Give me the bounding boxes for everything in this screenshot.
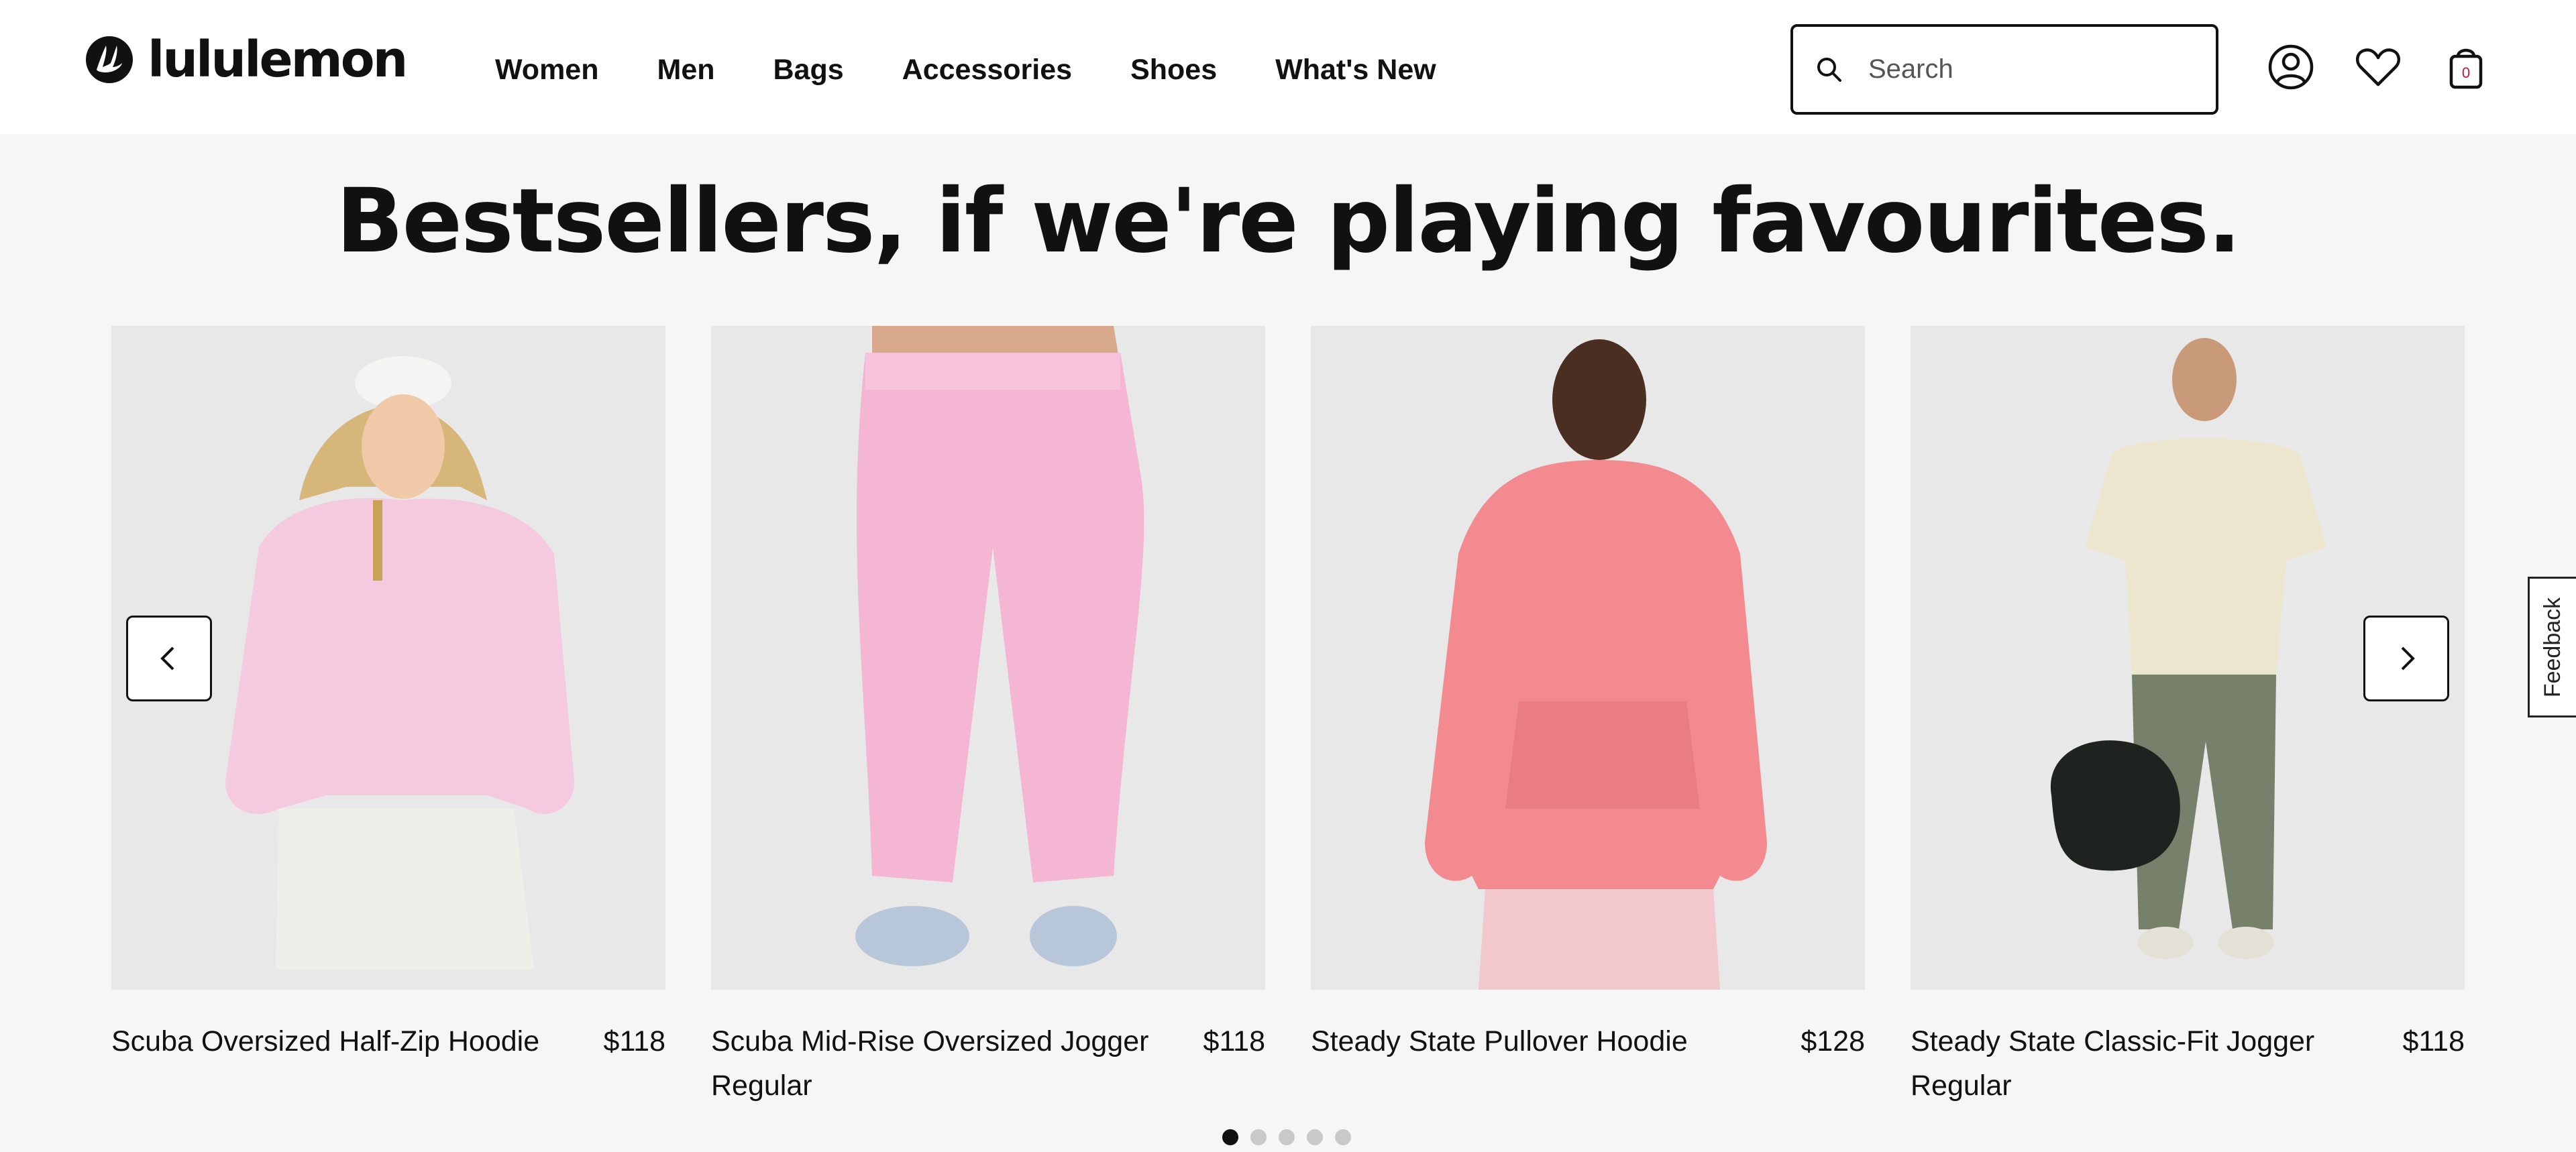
chevron-left-icon xyxy=(160,646,174,671)
carousel-dot[interactable] xyxy=(1307,1129,1323,1145)
model-illustration xyxy=(1311,326,1865,990)
product-card[interactable]: Scuba Mid-Rise Oversized Jogger Regular … xyxy=(711,326,1265,1108)
carousel-dot[interactable] xyxy=(1222,1129,1238,1145)
product-card[interactable]: Steady State Classic-Fit Jogger Regular … xyxy=(1911,326,2465,1108)
lululemon-logo-icon xyxy=(86,36,133,83)
product-info: Steady State Pullover Hoodie $128 xyxy=(1311,1019,1865,1063)
product-price: $118 xyxy=(603,1025,665,1057)
product-name[interactable]: Steady State Classic-Fit Jogger Regular xyxy=(1911,1019,2380,1108)
feedback-tab[interactable]: Feedback xyxy=(2528,577,2576,717)
carousel-dot[interactable] xyxy=(1279,1129,1295,1145)
site-header: lululemon Women Men Bags Accessories Sho… xyxy=(0,0,2576,134)
product-image[interactable] xyxy=(1311,326,1865,990)
nav-item-whats-new[interactable]: What's New xyxy=(1275,52,1436,87)
bag-count-badge: 0 xyxy=(2461,64,2471,81)
brand-name: lululemon xyxy=(148,31,408,89)
product-name[interactable]: Scuba Oversized Half-Zip Hoodie xyxy=(111,1019,539,1063)
product-name[interactable]: Scuba Mid-Rise Oversized Jogger Regular xyxy=(711,1019,1181,1108)
section-title: Bestsellers, if we're playing favourites… xyxy=(335,170,2241,273)
product-image[interactable] xyxy=(711,326,1265,990)
carousel-next-button[interactable] xyxy=(2363,616,2449,701)
product-card[interactable]: Steady State Pullover Hoodie $128 xyxy=(1311,326,1865,1063)
carousel-prev-button[interactable] xyxy=(126,616,212,701)
lululemon-logo[interactable]: lululemon xyxy=(86,31,408,89)
carousel-dot[interactable] xyxy=(1250,1129,1267,1145)
nav-item-shoes[interactable]: Shoes xyxy=(1130,52,1217,87)
product-info: Steady State Classic-Fit Jogger Regular … xyxy=(1911,1019,2465,1108)
product-name[interactable]: Steady State Pullover Hoodie xyxy=(1311,1019,1688,1063)
carousel-dot[interactable] xyxy=(1335,1129,1351,1145)
wishlist-heart-icon[interactable] xyxy=(2353,42,2404,93)
search-icon xyxy=(1817,57,1841,82)
product-price: $118 xyxy=(2402,1025,2465,1057)
nav-item-women[interactable]: Women xyxy=(495,52,599,87)
nav-item-bags[interactable]: Bags xyxy=(773,52,844,87)
chevron-right-icon xyxy=(2401,646,2415,671)
product-price: $128 xyxy=(1801,1025,1865,1057)
search-box[interactable] xyxy=(1790,24,2218,115)
account-icon[interactable] xyxy=(2265,42,2316,93)
nav-item-men[interactable]: Men xyxy=(657,52,715,87)
carousel-pagination xyxy=(1222,1129,1351,1145)
feedback-label: Feedback xyxy=(2540,597,2566,697)
product-price: $118 xyxy=(1203,1025,1265,1057)
product-info: Scuba Mid-Rise Oversized Jogger Regular … xyxy=(711,1019,1265,1108)
main-nav: Women Men Bags Accessories Shoes What's … xyxy=(495,52,1436,87)
product-info: Scuba Oversized Half-Zip Hoodie $118 xyxy=(111,1019,665,1063)
search-input[interactable] xyxy=(1868,49,2190,90)
nav-item-accessories[interactable]: Accessories xyxy=(902,52,1072,87)
model-illustration xyxy=(711,326,1265,990)
shopping-bag-button[interactable]: 0 xyxy=(2440,42,2491,93)
